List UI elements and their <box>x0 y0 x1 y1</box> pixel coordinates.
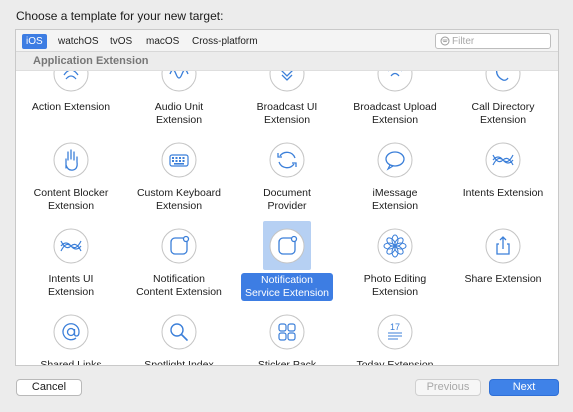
template-label: Audio Unit Extension <box>154 101 204 126</box>
template-item[interactable]: Notification Content Extension <box>125 215 233 301</box>
filter-icon <box>440 36 450 46</box>
template-item[interactable]: 17 Today Extension <box>341 301 449 365</box>
dialog-title: Choose a template for your new target: <box>16 9 224 23</box>
cancel-button[interactable]: Cancel <box>16 379 82 396</box>
audio-unit-icon <box>160 71 198 93</box>
template-label: Broadcast UI Extension <box>256 101 318 126</box>
calendar-icon: 17 <box>376 313 414 351</box>
template-item[interactable]: Broadcast UI Extension <box>233 71 341 129</box>
template-item[interactable]: Custom Keyboard Extension <box>125 129 233 215</box>
template-grid: Action Extension Audio Unit Extension Broa… <box>16 71 558 365</box>
template-label: Notification Content Extension <box>136 273 222 298</box>
template-panel: iOS watchOS tvOS macOS Cross-platform Ap… <box>15 29 559 366</box>
template-label: Document Provider <box>263 187 311 212</box>
speech-bubble-icon <box>376 141 414 179</box>
keyboard-icon <box>160 141 198 179</box>
filter-input[interactable] <box>452 34 548 48</box>
notification-content-icon <box>160 227 198 265</box>
broadcast-upload-icon <box>376 71 414 93</box>
template-label: Content Blocker Extension <box>33 187 109 212</box>
platform-tab-bar: iOS watchOS tvOS macOS Cross-platform <box>16 30 558 52</box>
sticker-grid-icon <box>268 313 306 351</box>
template-item[interactable]: Shared Links <box>17 301 125 365</box>
tab-ios[interactable]: iOS <box>22 34 47 49</box>
template-item[interactable]: Notification Service Extension <box>233 215 341 301</box>
broadcast-ui-icon <box>268 71 306 93</box>
template-label-highlight: Notification Service Extension <box>240 273 334 301</box>
template-label: Spotlight Index <box>144 359 214 365</box>
notification-service-icon <box>268 227 306 265</box>
call-directory-icon <box>484 71 522 93</box>
tab-watchos[interactable]: watchOS <box>54 34 103 49</box>
tab-tvos[interactable]: tvOS <box>106 34 136 49</box>
template-item[interactable]: Audio Unit Extension <box>125 71 233 129</box>
tab-macos[interactable]: macOS <box>142 34 183 49</box>
template-item[interactable]: Spotlight Index <box>125 301 233 365</box>
magnifier-icon <box>160 313 198 351</box>
section-header: Application Extension <box>16 52 558 71</box>
template-label: Intents Extension <box>462 187 544 199</box>
tab-cross-platform[interactable]: Cross-platform <box>188 34 262 49</box>
action-icon <box>52 71 90 93</box>
template-item[interactable]: Broadcast Upload Extension <box>341 71 449 129</box>
intents-icon <box>484 141 522 179</box>
hand-icon <box>52 141 90 179</box>
template-item[interactable]: iMessage Extension <box>341 129 449 215</box>
template-label: Share Extension <box>464 273 542 285</box>
template-label: Intents UI Extension <box>47 273 95 298</box>
template-item[interactable]: Intents UI Extension <box>17 215 125 301</box>
filter-field[interactable] <box>435 33 551 49</box>
previous-button[interactable]: Previous <box>415 379 481 396</box>
template-item[interactable]: Document Provider <box>233 129 341 215</box>
template-label: Call Directory Extension <box>471 101 535 126</box>
template-item[interactable]: Action Extension <box>17 71 125 129</box>
template-label: Custom Keyboard Extension <box>136 187 222 212</box>
template-item[interactable]: Call Directory Extension <box>449 71 557 129</box>
template-label: Photo Editing Extension <box>363 273 427 298</box>
template-label: iMessage Extension <box>371 187 419 212</box>
template-item[interactable]: Sticker Pack <box>233 301 341 365</box>
at-sign-icon <box>52 313 90 351</box>
photo-editing-icon <box>376 227 414 265</box>
template-item[interactable]: Intents Extension <box>449 129 557 215</box>
next-button[interactable]: Next <box>489 379 559 396</box>
template-label: Sticker Pack <box>257 359 317 365</box>
template-item[interactable]: Content Blocker Extension <box>17 129 125 215</box>
document-provider-icon <box>268 141 306 179</box>
template-label: Notification Service Extension <box>233 273 341 301</box>
template-label: Today Extension <box>356 359 434 365</box>
template-item[interactable]: Share Extension <box>449 215 557 301</box>
intents-ui-icon <box>52 227 90 265</box>
template-label: Shared Links <box>40 359 102 365</box>
template-label: Action Extension <box>31 101 111 113</box>
share-icon <box>484 227 522 265</box>
template-item[interactable]: Photo Editing Extension <box>341 215 449 301</box>
svg-text:17: 17 <box>390 322 400 332</box>
template-label: Broadcast Upload Extension <box>353 101 437 126</box>
